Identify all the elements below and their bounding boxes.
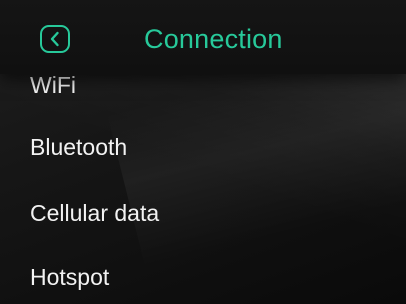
menu-item-bluetooth[interactable]: Bluetooth [30,132,127,162]
menu-item-cellular-data[interactable]: Cellular data [30,198,159,228]
chevron-left-icon [50,31,59,47]
menu-item-hotspot[interactable]: Hotspot [30,262,109,292]
header-bar: Connection [0,0,406,74]
connection-screen: WiFi Bluetooth Cellular data Hotspot Con… [0,0,406,304]
menu-item-wifi[interactable]: WiFi [30,70,76,100]
back-button[interactable] [40,25,70,53]
page-title: Connection [144,24,283,54]
